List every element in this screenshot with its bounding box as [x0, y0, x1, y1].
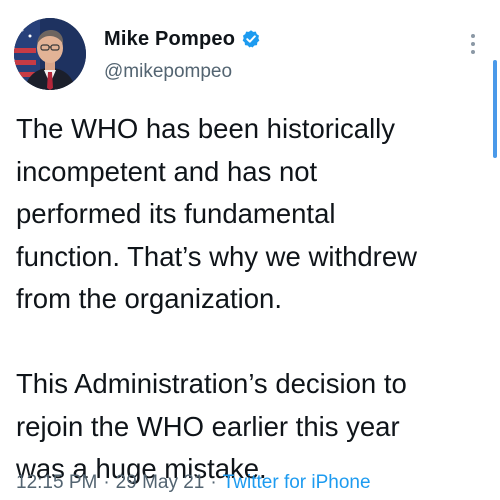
separator-dot: · — [210, 472, 217, 493]
author-name-row[interactable]: Mike Pompeo — [104, 24, 261, 54]
tweet-text: The WHO has been historically incompeten… — [16, 113, 417, 484]
tweet-source-link[interactable]: Twitter for iPhone — [223, 472, 371, 493]
avatar[interactable] — [14, 18, 86, 90]
more-options-icon[interactable] — [468, 34, 478, 58]
author-handle[interactable]: @mikepompeo — [104, 61, 232, 83]
tweet-metadata: 12:15 PM · 29 May 21 · Twitter for iPhone — [16, 472, 371, 494]
avatar-image — [14, 18, 86, 90]
author-display-name[interactable]: Mike Pompeo — [104, 28, 235, 51]
tweet-time[interactable]: 12:15 PM — [16, 472, 97, 493]
separator-dot: · — [103, 472, 110, 493]
verified-badge-icon — [241, 29, 261, 49]
tweet-card: Mike Pompeo @mikepompeo The WHO has been… — [0, 0, 500, 500]
tweet-date[interactable]: 29 May 21 — [116, 472, 205, 493]
scrollbar[interactable] — [493, 60, 497, 158]
